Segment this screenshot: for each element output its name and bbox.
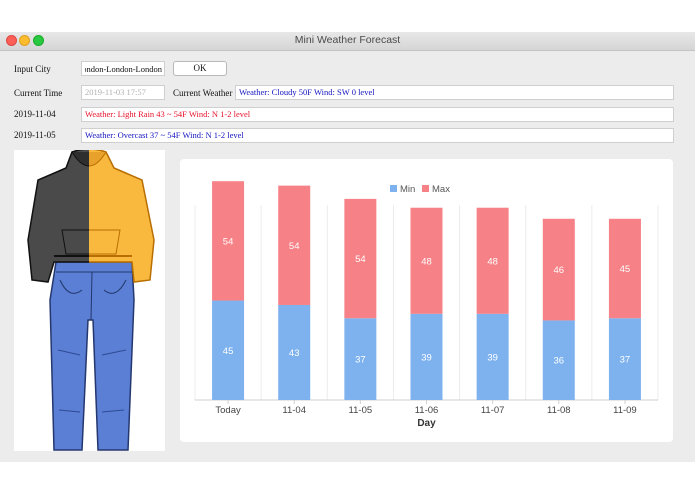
- x-tick-label-11-07: 11-07: [481, 405, 505, 416]
- x-tick-label-Today: Today: [215, 405, 241, 416]
- x-tick-label-11-06: 11-06: [415, 405, 439, 416]
- current-time-label: Current Time: [14, 88, 63, 98]
- forecast-date-2: 2019-11-05: [14, 130, 56, 140]
- data-label-min-Today: 45: [223, 346, 234, 357]
- app-window: Mini Weather Forecast Input City OK Curr…: [0, 32, 695, 462]
- forecast-field-1: Weather: Light Rain 43 ~ 54F Wind: N 1-2…: [81, 107, 674, 122]
- forecast-field-2: Weather: Overcast 37 ~ 54F Wind: N 1-2 l…: [81, 128, 674, 143]
- data-label-min-11-08: 36: [553, 356, 564, 367]
- data-label-min-11-09: 37: [620, 355, 631, 366]
- title-bar: Mini Weather Forecast: [0, 32, 695, 51]
- input-city-label: Input City: [14, 64, 51, 74]
- ok-button[interactable]: OK: [173, 61, 227, 76]
- chart-panel: Min Max 45 54 Today 43 54 11-04 37 54 11-05 39 48 11-…: [180, 159, 673, 442]
- legend-swatch-max: [422, 185, 429, 192]
- current-weather-label: Current Weather: [173, 88, 233, 98]
- data-label-min-11-06: 39: [421, 352, 432, 363]
- hoodie-and-jeans-icon: [27, 150, 155, 451]
- legend-label-max: Max: [432, 184, 450, 195]
- city-input[interactable]: [81, 61, 165, 76]
- forecast-date-1: 2019-11-04: [14, 109, 56, 119]
- data-label-max-Today: 54: [223, 236, 234, 247]
- x-tick-label-11-09: 11-09: [613, 405, 637, 416]
- data-label-max-11-07: 48: [487, 256, 498, 267]
- data-label-min-11-07: 39: [487, 352, 498, 363]
- x-tick-label-11-05: 11-05: [349, 405, 373, 416]
- window-title: Mini Weather Forecast: [294, 34, 401, 46]
- temperature-chart: Min Max 45 54 Today 43 54 11-04 37 54 11-05 39 48 11-…: [194, 181, 659, 429]
- data-label-min-11-04: 43: [289, 348, 300, 359]
- data-label-max-11-08: 46: [553, 265, 564, 276]
- x-axis-label: Day: [417, 418, 436, 429]
- jeans-icon: [49, 261, 135, 451]
- data-label-min-11-05: 37: [355, 355, 366, 366]
- data-label-max-11-09: 45: [620, 264, 631, 275]
- x-tick-label-11-08: 11-08: [547, 405, 571, 416]
- data-label-max-11-06: 48: [421, 256, 432, 267]
- clothing-image: [14, 150, 165, 451]
- data-label-max-11-04: 54: [289, 241, 300, 252]
- current-weather-field: Weather: Cloudy 50F Wind: SW 0 level: [235, 85, 674, 100]
- x-tick-label-11-04: 11-04: [282, 405, 306, 416]
- legend-swatch-min: [390, 185, 397, 192]
- legend-label-min: Min: [400, 184, 415, 195]
- data-label-max-11-05: 54: [355, 254, 366, 265]
- current-time-field: 2019-11-03 17:57: [81, 85, 165, 100]
